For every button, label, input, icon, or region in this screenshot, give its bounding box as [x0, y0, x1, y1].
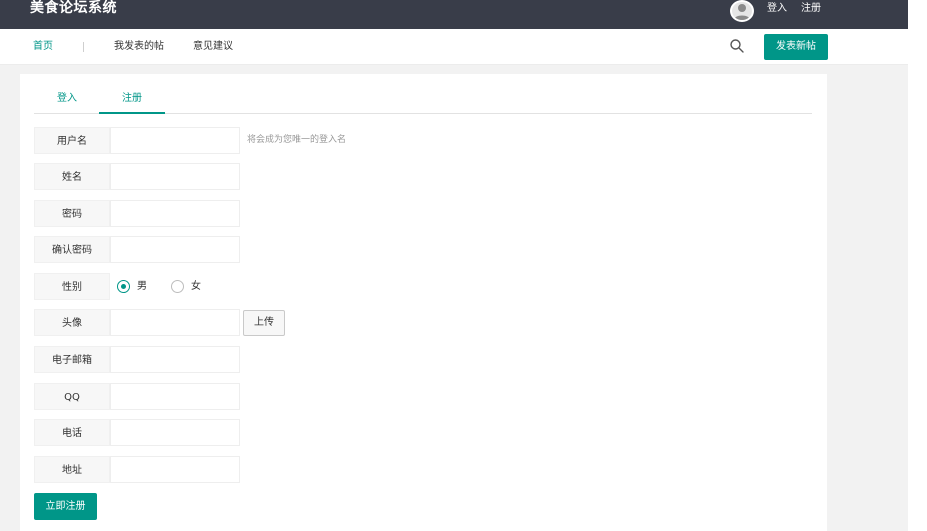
site-title: 美食论坛系统: [30, 0, 117, 16]
search-icon[interactable]: [729, 38, 745, 54]
email-input[interactable]: [110, 346, 240, 373]
password-input[interactable]: [110, 200, 240, 227]
avatar-input[interactable]: [110, 309, 240, 336]
username-label: 用户名: [34, 127, 110, 154]
tab-login[interactable]: 登入: [34, 84, 100, 114]
nav-item-feedback[interactable]: 意见建议: [193, 40, 233, 54]
nav-item-home[interactable]: 首页: [33, 40, 53, 54]
qq-label: QQ: [34, 383, 110, 410]
gender-radio-female[interactable]: 女: [171, 273, 211, 300]
gender-female-label: 女: [191, 281, 201, 292]
address-label: 地址: [34, 456, 110, 483]
name-input[interactable]: [110, 163, 240, 190]
gender-male-label: 男: [137, 281, 147, 292]
nav-bar: 首页 我发表的帖 意见建议 发表新帖: [0, 29, 908, 65]
top-header: 美食论坛系统 登入 注册: [0, 0, 908, 29]
confirm-password-input[interactable]: [110, 236, 240, 263]
tab-register[interactable]: 注册: [99, 84, 165, 114]
register-submit-button[interactable]: 立即注册: [34, 493, 97, 520]
username-hint: 将会成为您唯一的登入名: [247, 135, 347, 145]
email-label: 电子邮箱: [34, 346, 110, 373]
phone-label: 电话: [34, 419, 110, 446]
address-input[interactable]: [110, 456, 240, 483]
header-login-link[interactable]: 登入: [767, 0, 787, 18]
phone-input[interactable]: [110, 419, 240, 446]
password-label: 密码: [34, 200, 110, 227]
nav-item-my-posts[interactable]: 我发表的帖: [114, 40, 164, 54]
gender-label: 性别: [34, 273, 110, 300]
nav-divider: [83, 42, 84, 52]
qq-input[interactable]: [110, 383, 240, 410]
radio-unchecked-icon: [171, 280, 184, 293]
auth-tabs: 登入 注册: [34, 84, 812, 114]
confirm-password-label: 确认密码: [34, 236, 110, 263]
new-post-button[interactable]: 发表新帖: [764, 34, 828, 60]
name-label: 姓名: [34, 163, 110, 190]
avatar-icon[interactable]: [730, 0, 754, 22]
avatar-label: 头像: [34, 309, 110, 336]
username-input[interactable]: [110, 127, 240, 154]
radio-checked-icon: [117, 280, 130, 293]
header-register-link[interactable]: 注册: [801, 0, 821, 18]
upload-button[interactable]: 上传: [243, 310, 285, 336]
gender-radio-male[interactable]: 男: [117, 273, 157, 300]
